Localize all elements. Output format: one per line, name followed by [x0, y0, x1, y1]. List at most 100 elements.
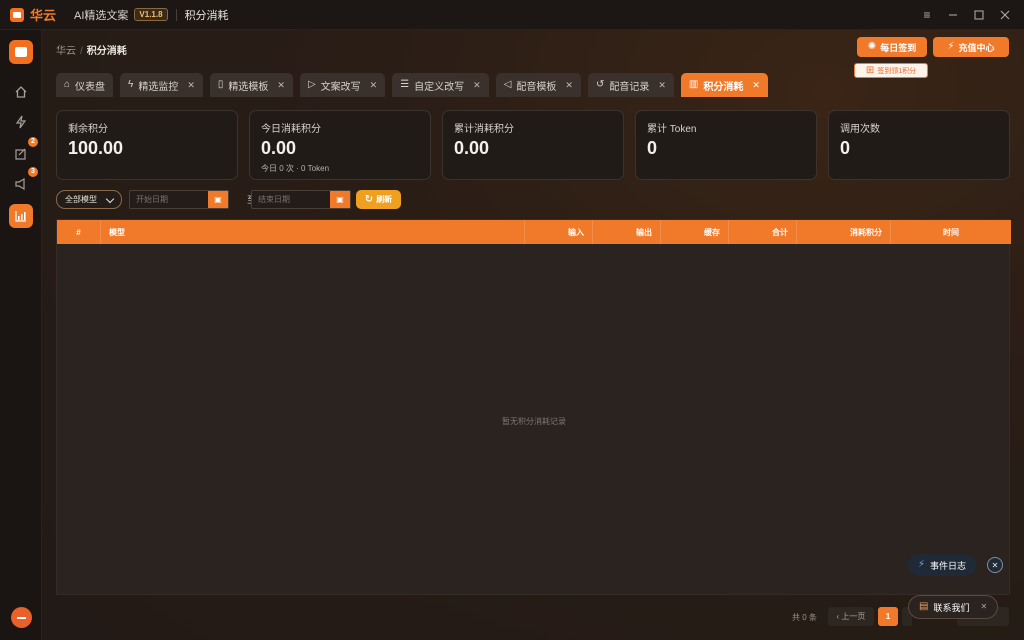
column-header-index: #: [57, 220, 101, 244]
sidebar-item-dashboard[interactable]: [9, 80, 33, 104]
megaphone-icon: ◁: [503, 79, 512, 90]
bolt-icon: ⚡: [947, 41, 955, 52]
tab-label: 精选监控: [138, 81, 179, 93]
page-number-current[interactable]: 1: [878, 607, 898, 626]
tab-points-usage[interactable]: ▥ 积分消耗 ✕: [680, 73, 768, 97]
stat-card-calls: 调用次数 0: [828, 110, 1010, 180]
window-controls: ≡: [914, 0, 1018, 30]
stat-sub: 今日 0 次 · 0 Token: [261, 164, 330, 173]
start-date-input[interactable]: 开始日期 ▣: [129, 190, 229, 209]
home-icon: ⌂: [64, 79, 71, 90]
sidebar-item-voice[interactable]: 3: [9, 167, 38, 196]
breadcrumb-root[interactable]: 华云: [56, 46, 76, 57]
contact-us-button[interactable]: ▤ 联系我们 ✕: [908, 595, 999, 619]
home-icon: [15, 86, 27, 98]
breadcrumb-current: 积分消耗: [86, 46, 127, 57]
history-icon: ↺: [595, 79, 605, 90]
menu-icon[interactable]: ≡: [914, 0, 940, 30]
tab-label: 文案改写: [320, 81, 361, 93]
tab-label: 自定义改写: [414, 81, 465, 93]
tab-rewrite[interactable]: ▷ 文案改写 ✕: [299, 73, 386, 97]
tab-custom-rewrite[interactable]: ☰ 自定义改写 ✕: [392, 73, 489, 97]
daily-signin-button[interactable]: ✺ 每日签到: [857, 37, 927, 57]
tab-voice-history[interactable]: ↺ 配音记录 ✕: [587, 73, 674, 97]
table-header: # 模型 输入 输出 缓存 合计 消耗积分 时间: [57, 220, 1011, 244]
tab-voice-templates[interactable]: ◁ 配音模板 ✕: [495, 73, 581, 97]
tab-label: 配音记录: [609, 81, 650, 93]
megaphone-icon: [15, 177, 25, 191]
tab-close-icon[interactable]: ✕: [187, 80, 195, 91]
stat-label: 累计 Token: [647, 124, 697, 135]
edit-icon: ▷: [307, 79, 316, 90]
event-log-button[interactable]: ⚡ 事件日志: [908, 554, 977, 576]
tab-close-icon[interactable]: ✕: [752, 80, 760, 91]
edit-icon: [15, 148, 26, 160]
bolt-icon: [15, 115, 27, 129]
stat-value: 0.00: [454, 138, 490, 158]
tab-close-icon[interactable]: ✕: [473, 80, 481, 91]
breadcrumb-separator: /: [80, 46, 83, 57]
pagination-total: 共 0 条: [792, 613, 817, 622]
calendar-icon[interactable]: ▣: [208, 191, 228, 208]
refresh-label: 刷新: [376, 195, 393, 204]
column-header-time: 时间: [943, 227, 959, 237]
calendar-icon[interactable]: ▣: [330, 191, 350, 208]
window-page-title: 积分消耗: [184, 9, 229, 22]
column-header-output: 输出: [593, 220, 661, 244]
prev-page-button[interactable]: ‹ 上一页: [828, 607, 874, 626]
sidebar-logo-icon: [9, 40, 33, 64]
column-header-input: 输入: [525, 220, 593, 244]
stat-card-today: 今日消耗积分 0.00 今日 0 次 · 0 Token: [249, 110, 431, 180]
tab-label: 积分消耗: [703, 81, 744, 93]
sidebar-item-points[interactable]: [9, 204, 33, 228]
recharge-button[interactable]: ⚡ 充值中心: [933, 37, 1009, 57]
signin-tip: ⊞ 签到领1积分: [854, 63, 928, 78]
tab-monitor[interactable]: ϟ 精选监控 ✕: [120, 73, 203, 97]
sidebar-item-rewrite[interactable]: 2: [9, 137, 38, 166]
sidebar: 2 3: [0, 30, 42, 640]
stat-label: 剩余积分: [68, 124, 108, 135]
recharge-label: 充值中心: [958, 42, 995, 53]
model-select[interactable]: 全部模型: [56, 190, 122, 209]
stat-value: 100.00: [68, 138, 124, 158]
stat-value: 0.00: [261, 138, 297, 158]
column-header-points: 消耗积分: [797, 220, 891, 244]
event-log-label: 事件日志: [930, 560, 967, 571]
maximize-icon[interactable]: [966, 0, 992, 30]
stat-label: 累计消耗积分: [454, 124, 514, 135]
contact-close-icon[interactable]: ✕: [980, 603, 987, 611]
app-name: AI精选文案: [74, 9, 129, 22]
bolt-icon: ϟ: [128, 79, 134, 90]
end-date-placeholder: 结束日期: [258, 195, 290, 204]
app-logo-icon: [10, 7, 24, 22]
version-badge: V1.1.8: [134, 8, 168, 21]
main-content: 华云 / 积分消耗 ✺ 每日签到 ⚡ 充值中心 ⊞ 签到领1积分 ⌂ 仪表盘 ϟ 精…: [42, 30, 1024, 640]
tab-dashboard[interactable]: ⌂ 仪表盘: [56, 73, 114, 97]
logout-button[interactable]: [11, 607, 32, 628]
tab-close-icon[interactable]: ✕: [658, 80, 666, 91]
chart-icon: ▥: [688, 79, 699, 90]
chart-icon: [15, 211, 26, 222]
tab-bar: ⌂ 仪表盘 ϟ 精选监控 ✕ ▯ 精选模板 ✕ ▷ 文案改写 ✕ ☰ 自定义改写…: [56, 73, 768, 97]
title-divider: [175, 8, 177, 21]
stat-card-total-token: 累计 Token 0: [635, 110, 817, 180]
end-date-input[interactable]: 结束日期 ▣: [251, 190, 351, 209]
bookmark-icon: ▯: [217, 79, 224, 90]
close-icon[interactable]: [992, 0, 1018, 30]
refresh-button[interactable]: ↻ 刷新: [356, 190, 401, 209]
sidebar-badge-voice: 3: [28, 167, 38, 177]
event-log-close-icon[interactable]: ✕: [987, 557, 1003, 573]
stat-label: 今日消耗积分: [261, 124, 321, 135]
column-header-model: 模型: [101, 220, 525, 244]
sidebar-item-monitor[interactable]: [9, 110, 33, 134]
chevron-down-icon: [105, 194, 115, 204]
tab-label: 配音模板: [516, 81, 557, 93]
minimize-icon[interactable]: [940, 0, 966, 30]
breadcrumb: 华云 / 积分消耗: [56, 42, 127, 57]
model-select-value: 全部模型: [65, 195, 97, 204]
tab-close-icon[interactable]: ✕: [565, 80, 573, 91]
tab-templates[interactable]: ▯ 精选模板 ✕: [209, 73, 293, 97]
start-date-placeholder: 开始日期: [136, 195, 168, 204]
tab-close-icon[interactable]: ✕: [277, 80, 285, 91]
tab-close-icon[interactable]: ✕: [370, 80, 378, 91]
